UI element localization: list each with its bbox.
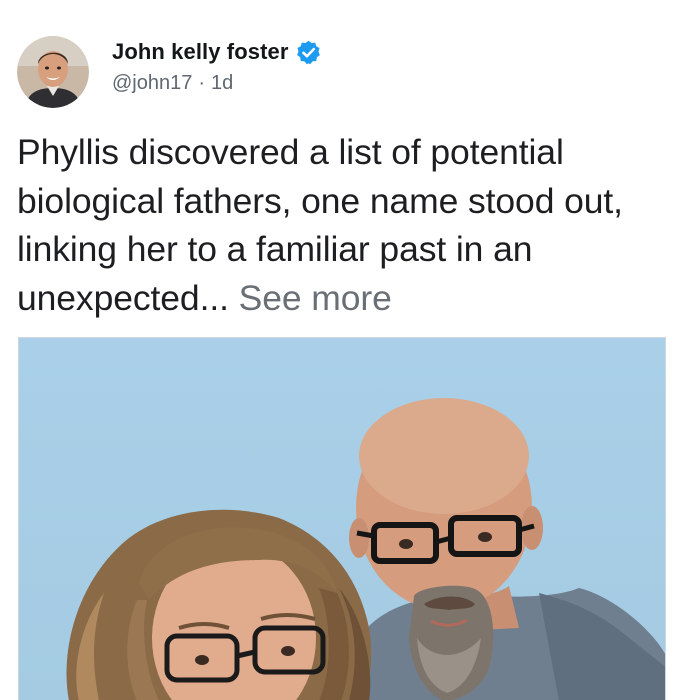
verified-badge-icon	[296, 40, 320, 64]
meta-separator: ·	[198, 71, 206, 94]
author-info: John kelly foster @john17 · 1d	[112, 36, 322, 97]
see-more-link[interactable]: See more	[239, 278, 392, 318]
avatar[interactable]	[17, 36, 89, 108]
post-image[interactable]	[18, 337, 666, 700]
author-name-row: John kelly foster	[112, 38, 322, 66]
post-body: Phyllis discovered a list of potential b…	[17, 128, 697, 322]
author-handle[interactable]: @john17	[112, 72, 192, 95]
author-name[interactable]: John kelly foster	[112, 39, 289, 65]
post-header: John kelly foster @john17 · 1d	[17, 36, 322, 110]
couple-photo	[19, 338, 665, 700]
post-card: John kelly foster @john17 · 1d Phyllis d…	[0, 0, 700, 700]
post-meta: @john17 · 1d	[112, 69, 322, 97]
post-timestamp[interactable]: 1d	[211, 72, 233, 95]
